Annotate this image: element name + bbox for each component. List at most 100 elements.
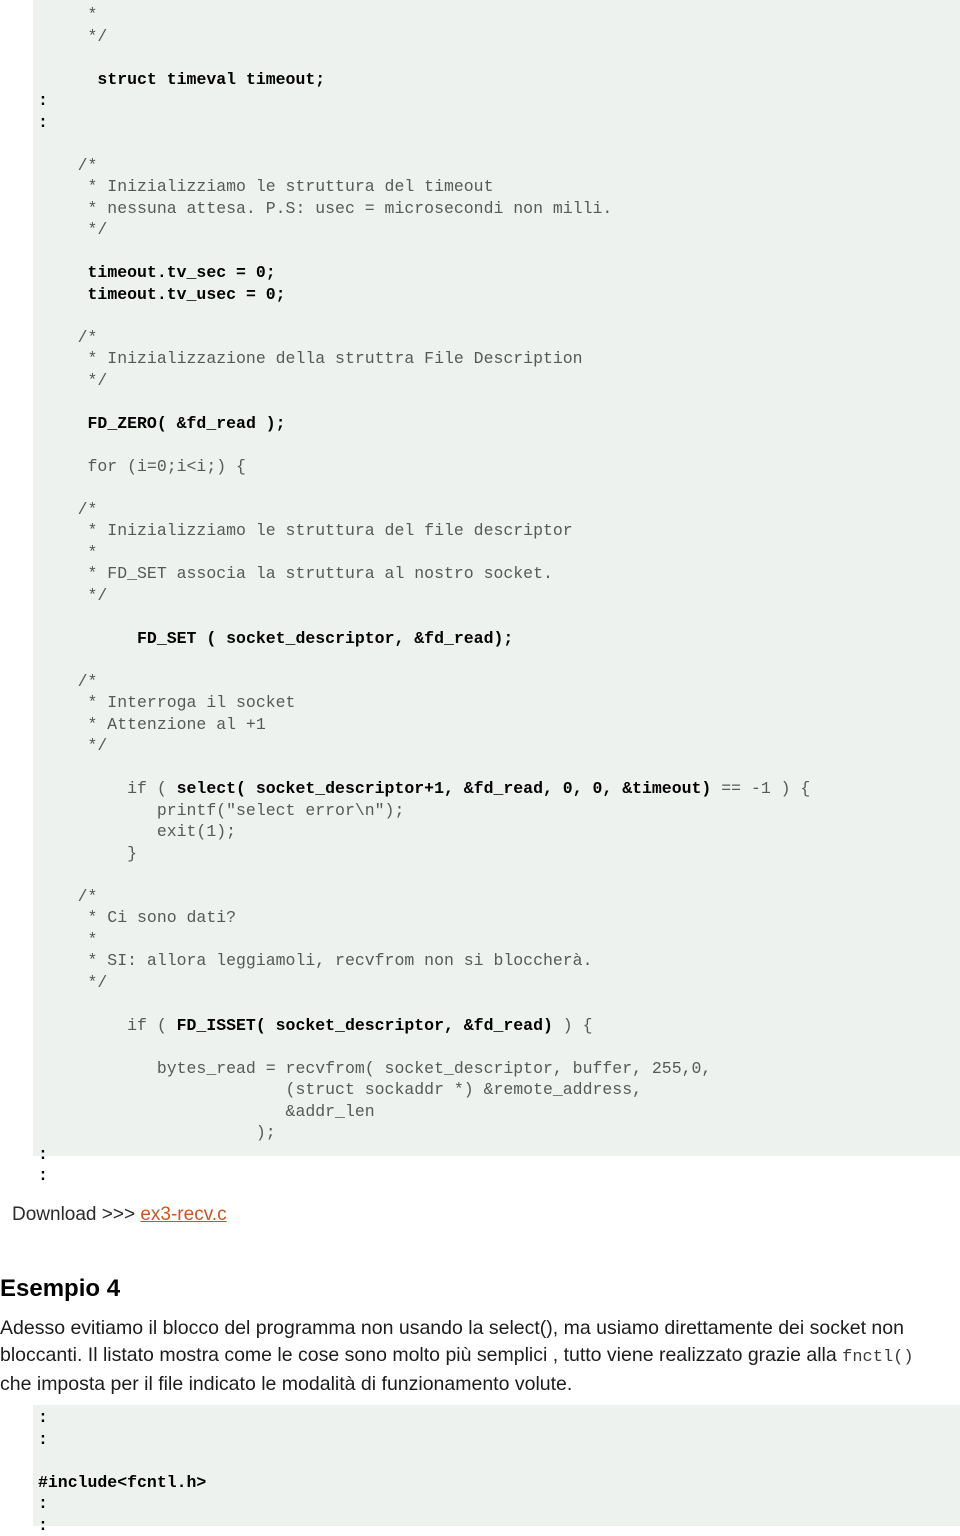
code-text: for (i=0;i<i;) { bbox=[38, 457, 246, 476]
code-text: /* bbox=[38, 328, 97, 347]
code-line: } bbox=[33, 843, 960, 865]
code-text: */ bbox=[38, 736, 107, 755]
code-line: printf("select error\n"); bbox=[33, 800, 960, 822]
code-line: timeout.tv_usec = 0; bbox=[33, 284, 960, 306]
code-text: */ bbox=[38, 27, 107, 46]
code-text: * SI: allora leggiamoli, recvfrom non si… bbox=[38, 951, 593, 970]
code-text: /* bbox=[38, 500, 97, 519]
code-line bbox=[33, 993, 960, 1015]
code-line: FD_ZERO( &fd_read ); bbox=[33, 413, 960, 435]
code-text: if ( bbox=[38, 1016, 177, 1035]
code-line bbox=[33, 606, 960, 628]
code-line: * Interroga il socket bbox=[33, 692, 960, 714]
code-emphasis: struct timeval timeout; bbox=[97, 70, 325, 89]
code-text: ); bbox=[38, 1123, 276, 1142]
code-text: (struct sockaddr *) &remote_address, bbox=[38, 1080, 642, 1099]
code-line bbox=[33, 649, 960, 671]
code-block-fcntl-include: :: #include<fcntl.h>:: bbox=[33, 1405, 960, 1526]
code-emphasis: : bbox=[38, 1494, 48, 1513]
code-line: */ bbox=[33, 26, 960, 48]
code-line bbox=[33, 757, 960, 779]
code-text: } bbox=[38, 844, 137, 863]
code-line: */ bbox=[33, 219, 960, 241]
code-line: : bbox=[33, 1165, 960, 1187]
code-text: * bbox=[38, 543, 97, 562]
code-line bbox=[33, 305, 960, 327]
code-line bbox=[33, 864, 960, 886]
code-text: * bbox=[38, 930, 97, 949]
code-line: : bbox=[33, 1493, 960, 1515]
code-line: #include<fcntl.h> bbox=[33, 1472, 960, 1494]
code-line: * SI: allora leggiamoli, recvfrom non si… bbox=[33, 950, 960, 972]
code-line: &addr_len bbox=[33, 1101, 960, 1123]
code-line: /* bbox=[33, 327, 960, 349]
code-emphasis: FD_SET ( socket_descriptor, &fd_read); bbox=[137, 629, 513, 648]
code-line: * bbox=[33, 929, 960, 951]
code-line: FD_SET ( socket_descriptor, &fd_read); bbox=[33, 628, 960, 650]
download-file-link[interactable]: ex3-recv.c bbox=[140, 1204, 226, 1225]
code-line bbox=[33, 434, 960, 456]
code-text: == -1 ) { bbox=[711, 779, 810, 798]
code-emphasis: : bbox=[38, 91, 48, 110]
code-text: */ bbox=[38, 973, 107, 992]
code-line: * Inizializziamo le struttura del timeou… bbox=[33, 176, 960, 198]
paragraph-part-1: Adesso evitiamo il blocco del programma … bbox=[0, 1317, 904, 1366]
code-block-select-example: * */ struct timeval timeout;:: /* * Iniz… bbox=[33, 0, 960, 1156]
code-text bbox=[38, 263, 88, 282]
code-emphasis: : bbox=[38, 1145, 48, 1164]
download-label: Download >>> bbox=[12, 1204, 140, 1225]
code-line: struct timeval timeout; bbox=[33, 69, 960, 91]
code-line: /* bbox=[33, 671, 960, 693]
code-text: /* bbox=[38, 887, 97, 906]
code-line bbox=[33, 1450, 960, 1472]
code-line bbox=[33, 133, 960, 155]
code-line: /* bbox=[33, 499, 960, 521]
code-text: printf("select error\n"); bbox=[38, 801, 404, 820]
code-emphasis: : bbox=[38, 1166, 48, 1185]
code-emphasis: FD_ZERO( &fd_read ); bbox=[88, 414, 286, 433]
code-line: : bbox=[33, 1144, 960, 1166]
download-line: Download >>> ex3-recv.c bbox=[12, 1204, 227, 1226]
code-line: * Ci sono dati? bbox=[33, 907, 960, 929]
code-line: exit(1); bbox=[33, 821, 960, 843]
code-emphasis: FD_ISSET( socket_descriptor, &fd_read) bbox=[177, 1016, 553, 1035]
code-emphasis: timeout.tv_sec = 0; bbox=[88, 263, 276, 282]
section-paragraph: Adesso evitiamo il blocco del programma … bbox=[0, 1315, 944, 1398]
code-emphasis: : bbox=[38, 1408, 48, 1427]
code-emphasis: : bbox=[38, 1430, 48, 1449]
code-line: * Inizializzazione della struttra File D… bbox=[33, 348, 960, 370]
code-line: * bbox=[33, 4, 960, 26]
code-text: * nessuna attesa. P.S: usec = microsecon… bbox=[38, 199, 612, 218]
code-text: exit(1); bbox=[38, 822, 236, 841]
code-text: * Interroga il socket bbox=[38, 693, 295, 712]
code-text: */ bbox=[38, 371, 107, 390]
code-line: for (i=0;i<i;) { bbox=[33, 456, 960, 478]
code-line: : bbox=[33, 1429, 960, 1451]
code-line: : bbox=[33, 1407, 960, 1429]
code-text: * FD_SET associa la struttura al nostro … bbox=[38, 564, 553, 583]
code-text: * bbox=[38, 5, 97, 24]
inline-code-fnctl: fnctl() bbox=[842, 1348, 913, 1367]
code-line: timeout.tv_sec = 0; bbox=[33, 262, 960, 284]
code-line: : bbox=[33, 112, 960, 134]
code-line: /* bbox=[33, 155, 960, 177]
code-line: ); bbox=[33, 1122, 960, 1144]
code-emphasis: #include<fcntl.h> bbox=[38, 1473, 206, 1492]
code-text: */ bbox=[38, 586, 107, 605]
code-line: */ bbox=[33, 735, 960, 757]
code-text bbox=[38, 285, 88, 304]
code-line: bytes_read = recvfrom( socket_descriptor… bbox=[33, 1058, 960, 1080]
code-line bbox=[33, 477, 960, 499]
code-text: * Inizializziamo le struttura del file d… bbox=[38, 521, 573, 540]
code-line bbox=[33, 1036, 960, 1058]
code-emphasis: : bbox=[38, 113, 48, 132]
code-text bbox=[38, 629, 137, 648]
code-text: ) { bbox=[553, 1016, 593, 1035]
code-line: if ( select( socket_descriptor+1, &fd_re… bbox=[33, 778, 960, 800]
code-text: * Inizializziamo le struttura del timeou… bbox=[38, 177, 493, 196]
code-line: if ( FD_ISSET( socket_descriptor, &fd_re… bbox=[33, 1015, 960, 1037]
code-line: * FD_SET associa la struttura al nostro … bbox=[33, 563, 960, 585]
code-line: /* bbox=[33, 886, 960, 908]
code-line: * Inizializziamo le struttura del file d… bbox=[33, 520, 960, 542]
code-text: if ( bbox=[38, 779, 177, 798]
